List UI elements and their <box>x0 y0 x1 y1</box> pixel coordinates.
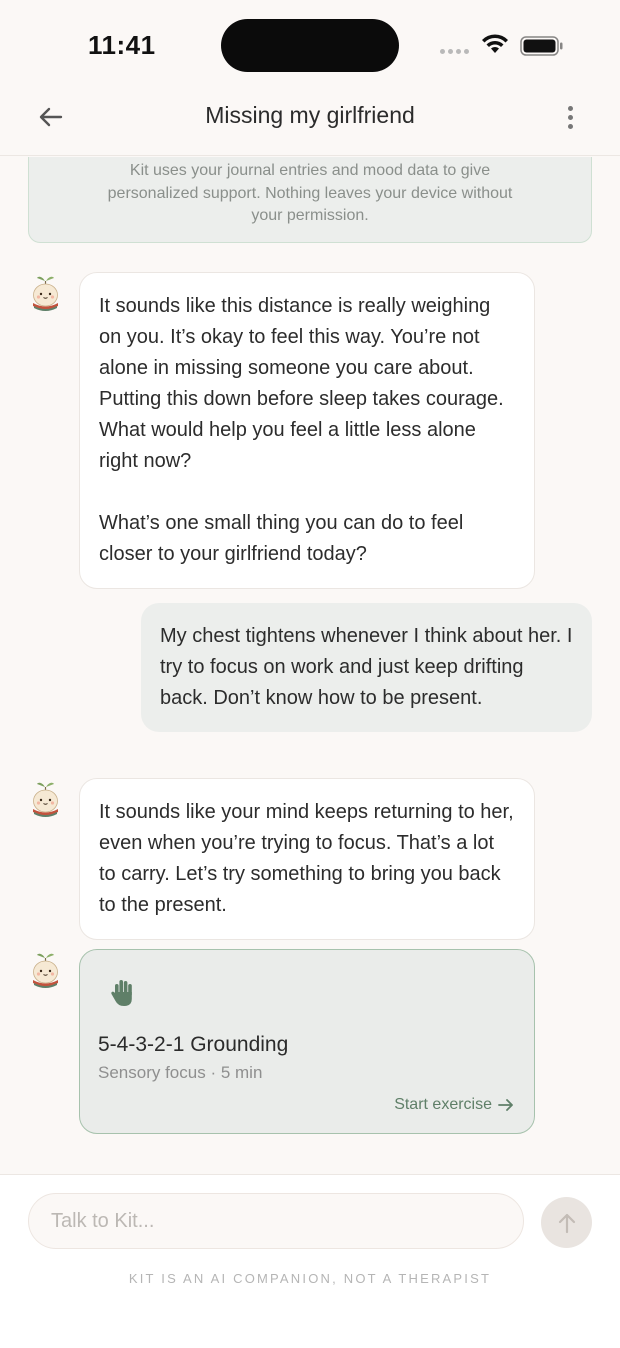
status-time: 11:41 <box>88 30 156 60</box>
cellular-signal-icon <box>440 49 469 54</box>
ai-disclaimer: KIT IS AN AI COMPANION, NOT A THERAPIST <box>128 1271 492 1286</box>
status-bar: 11:41 <box>0 0 620 90</box>
exercise-subtitle: Sensory focus · 5 min <box>98 1063 263 1082</box>
kit-message: It sounds like this distance is really w… <box>79 272 535 589</box>
dynamic-island <box>221 19 399 72</box>
message-input[interactable] <box>28 1193 524 1249</box>
kit-avatar-icon <box>33 782 58 817</box>
start-exercise-button[interactable]: Start exercise <box>394 1096 514 1114</box>
privacy-notice: Kit uses your journal entries and mood d… <box>28 157 592 243</box>
more-options-icon[interactable] <box>560 102 580 132</box>
arrow-up-icon <box>558 1213 575 1233</box>
kit-avatar-icon <box>33 276 58 311</box>
wifi-icon <box>482 34 508 53</box>
exercise-card[interactable]: 5-4-3-2-1 Grounding Sensory focus · 5 mi… <box>79 949 535 1134</box>
arrow-right-icon <box>498 1099 513 1111</box>
battery-icon <box>520 36 563 56</box>
chat-thread[interactable]: Kit uses your journal entries and mood d… <box>0 157 620 1174</box>
kit-avatar-icon <box>33 953 58 988</box>
exercise-title: 5-4-3-2-1 Grounding <box>98 1033 289 1056</box>
start-exercise-label: Start exercise <box>394 1096 492 1113</box>
page-title: Missing my girlfriend <box>205 102 415 128</box>
hand-icon <box>111 980 132 1006</box>
user-message: My chest tightens whenever I think about… <box>141 603 592 732</box>
send-button[interactable] <box>541 1197 592 1248</box>
kit-message: It sounds like your mind keeps returning… <box>79 778 535 940</box>
chat-header: Missing my girlfriend <box>0 90 620 156</box>
message-composer: KIT IS AN AI COMPANION, NOT A THERAPIST <box>0 1174 620 1348</box>
